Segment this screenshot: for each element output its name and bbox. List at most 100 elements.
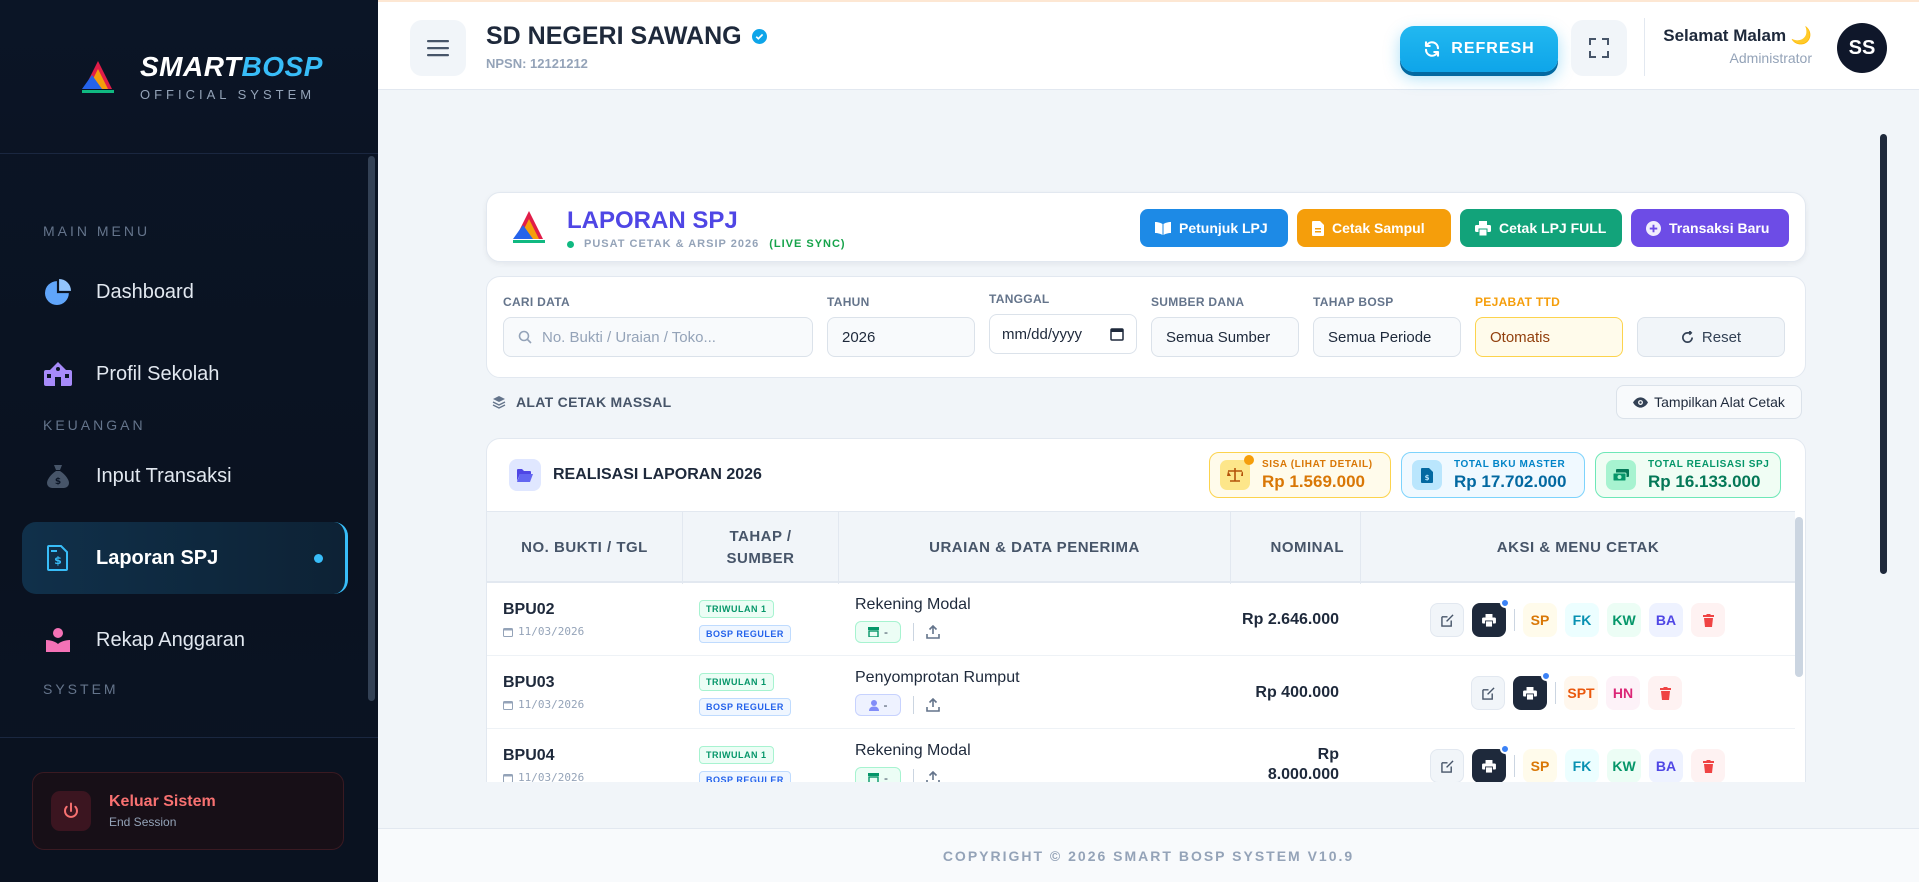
cetak-lpj-full-button[interactable]: Cetak LPJ FULL [1460,209,1622,247]
printer-icon [1475,220,1491,236]
file-invoice-dollar-icon: $ [1412,460,1442,490]
doc-spt-button[interactable]: SPT [1564,676,1598,710]
doc-ba-button[interactable]: BA [1649,603,1683,637]
stat-label: SISA (LIHAT DETAIL) [1262,458,1373,470]
upload-icon[interactable] [926,625,940,639]
section-keuangan: KEUANGAN [43,417,146,433]
doc-sp-button[interactable]: SP [1523,749,1557,782]
doc-sp-button[interactable]: SP [1523,603,1557,637]
footer: COPYRIGHT © 2026 SMART BOSP SYSTEM V10.9 [378,828,1919,882]
top-header: SD NEGERI SAWANG NPSN: 12121212 REFRESH … [378,0,1919,90]
doc-kw-button[interactable]: KW [1607,603,1641,637]
divider [913,696,914,714]
sidebar-item-input-transaksi[interactable]: $ Input Transaksi [22,440,348,512]
tahun-select[interactable]: 2026 [827,317,975,357]
filter-label: TAHUN [827,295,870,309]
delete-button[interactable] [1691,603,1725,637]
button-label: Transaksi Baru [1669,220,1770,236]
stat-value: Rp 17.702.000 [1454,471,1567,491]
edit-button[interactable] [1471,676,1505,710]
divider [913,623,914,641]
doc-fk-button[interactable]: FK [1565,749,1599,782]
table-scrollbar[interactable] [1795,517,1803,677]
brand[interactable]: SMARTBOSP OFFICIAL SYSTEM [0,0,378,154]
print-button[interactable] [1513,671,1551,710]
tahap-bosp-select[interactable]: Semua Periode [1313,317,1461,357]
filter-cari-data: CARI DATA No. Bukti / Uraian / Toko... [503,295,813,357]
filter-sumber-dana: SUMBER DANA Semua Sumber [1151,295,1299,357]
cetak-sampul-button[interactable]: Cetak Sampul [1297,209,1451,247]
delete-button[interactable] [1648,676,1682,710]
notification-dot [1500,598,1510,608]
store-chip[interactable]: - [855,767,901,782]
doc-fk-button[interactable]: FK [1565,603,1599,637]
fullscreen-button[interactable] [1571,20,1627,76]
bulk-print-tools-row: ALAT CETAK MASSAL Tampilkan Alat Cetak [486,382,1806,426]
doc-hn-button[interactable]: HN [1606,676,1640,710]
book-reader-icon [44,626,72,654]
toggle-print-tools-button[interactable]: Tampilkan Alat Cetak [1616,385,1802,419]
col-header-uraian: URAIAN & DATA PENERIMA [839,512,1231,584]
edit-button[interactable] [1430,603,1464,637]
sumber-dana-select[interactable]: Semua Sumber [1151,317,1299,357]
filter-label: CARI DATA [503,295,570,309]
search-input[interactable]: No. Bukti / Uraian / Toko... [503,317,813,357]
sidebar-item-rekap-anggaran[interactable]: Rekap Anggaran [22,604,348,676]
row-actions: SP FK KW BA [1430,598,1725,637]
bukti-number: BPU04 [503,747,555,764]
logout-area: Keluar Sistem End Session [0,737,378,882]
logout-button[interactable]: Keluar Sistem End Session [32,772,344,850]
edit-button[interactable] [1430,749,1464,782]
trash-icon [1659,686,1671,700]
edit-icon [1481,686,1495,700]
penerima-text: - [883,698,888,712]
main-scrollbar[interactable] [1880,134,1887,574]
trash-icon [1702,759,1714,773]
greeting-text: Selamat Malam 🌙 [1663,26,1812,45]
laporan-spj-container: LAPORAN SPJ PUSAT CETAK & ARSIP 2026 (LI… [466,176,1826,782]
avatar[interactable]: SS [1837,23,1887,73]
table-row: BPU03 11/03/2026 TRIWULAN 1 BOSP REGULER… [487,656,1795,729]
npsn-label: NPSN: 12121212 [486,56,588,71]
filter-card: CARI DATA No. Bukti / Uraian / Toko... T… [486,276,1806,378]
button-label: Cetak LPJ FULL [1499,220,1607,236]
col-header-aksi: AKSI & MENU CETAK [1496,539,1660,556]
pejabat-ttd-select[interactable]: Otomatis [1475,317,1623,357]
date-text: 11/03/2026 [518,625,585,638]
money-bills-icon [1606,460,1636,490]
sidebar-item-dashboard[interactable]: Dashboard [22,256,348,328]
doc-kw-button[interactable]: KW [1607,749,1641,782]
tanggal-input[interactable]: mm/dd/yyyy [989,314,1137,354]
file-icon [1312,220,1324,236]
upload-icon[interactable] [926,698,940,712]
reset-button[interactable]: Reset [1637,317,1785,357]
sidebar-item-laporan-spj[interactable]: $ Laporan SPJ [22,522,348,594]
print-button[interactable] [1472,598,1510,637]
sidebar-menu: MAIN MENU Dashboard Profil Sekolah KEUAN… [0,154,378,700]
transaksi-baru-button[interactable]: Transaksi Baru [1631,209,1789,247]
sidebar-item-profil-sekolah[interactable]: Profil Sekolah [22,338,348,410]
button-label: Petunjuk LPJ [1179,220,1268,236]
subtitle-text: PUSAT CETAK & ARSIP 2026 [584,238,760,250]
doc-ba-button[interactable]: BA [1649,749,1683,782]
header-divider [1644,18,1645,76]
calendar-icon [503,700,513,710]
store-chip[interactable]: - [855,621,901,643]
filter-tanggal: TANGGAL mm/dd/yyyy [989,292,1137,354]
sidebar-item-label: Profil Sekolah [96,362,220,385]
refresh-button[interactable]: REFRESH [1400,26,1558,72]
stat-sisa[interactable]: SISA (LIHAT DETAIL) Rp 1.569.000 [1209,452,1391,498]
search-placeholder: No. Bukti / Uraian / Toko... [542,328,716,346]
sidebar-scrollbar[interactable] [368,156,375,701]
print-button[interactable] [1472,744,1510,782]
toggle-label: Tampilkan Alat Cetak [1654,394,1785,410]
date-text: 11/03/2026 [518,698,585,711]
petunjuk-lpj-button[interactable]: Petunjuk LPJ [1140,209,1288,247]
menu-toggle-button[interactable] [410,20,466,76]
upload-icon[interactable] [926,771,940,782]
delete-button[interactable] [1691,749,1725,782]
sidebar-item-label: Laporan SPJ [96,546,219,569]
uraian-text: Rekening Modal [855,596,971,613]
filter-label: TAHAP BOSP [1313,295,1394,309]
recipient-chip[interactable]: - [855,694,901,716]
